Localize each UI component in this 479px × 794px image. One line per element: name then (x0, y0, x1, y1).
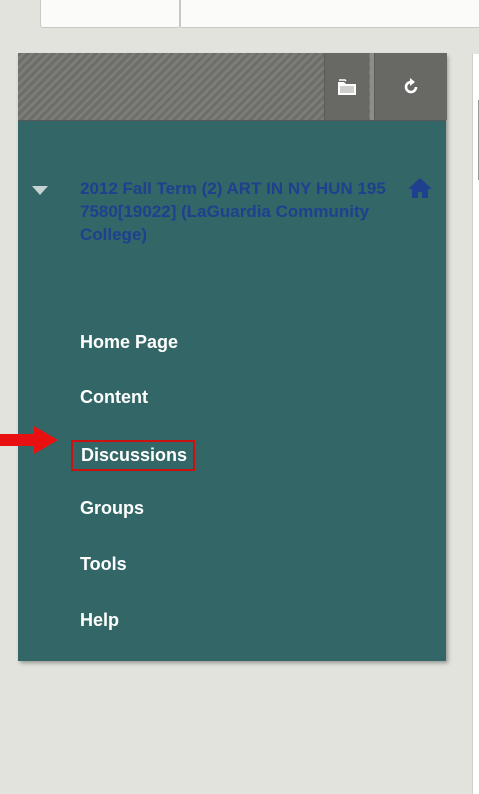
home-icon[interactable] (407, 177, 433, 199)
course-menu-panel: 2012 Fall Term (2) ART IN NY HUN 195 758… (18, 53, 447, 661)
triangle-down-icon[interactable] (32, 186, 48, 195)
menu-item-groups[interactable]: Groups (80, 497, 144, 519)
menu-item-help[interactable]: Help (80, 609, 119, 631)
folder-view-button[interactable] (324, 53, 369, 120)
menu-item-discussions[interactable]: Discussions (71, 440, 196, 471)
folder-icon (338, 78, 356, 95)
red-arrow-icon (0, 426, 58, 454)
course-menu-toolbar (18, 53, 447, 121)
menu-item-content[interactable]: Content (80, 386, 148, 408)
refresh-icon (404, 77, 418, 93)
course-menu-body: 2012 Fall Term (2) ART IN NY HUN 195 758… (18, 121, 446, 661)
top-panel-left (40, 0, 180, 28)
menu-item-home-page[interactable]: Home Page (80, 331, 178, 353)
top-strip (0, 0, 479, 30)
menu-item-tools[interactable]: Tools (80, 553, 127, 575)
refresh-button[interactable] (374, 53, 447, 120)
top-panel-right (180, 0, 479, 28)
course-title[interactable]: 2012 Fall Term (2) ART IN NY HUN 195 758… (80, 177, 410, 246)
